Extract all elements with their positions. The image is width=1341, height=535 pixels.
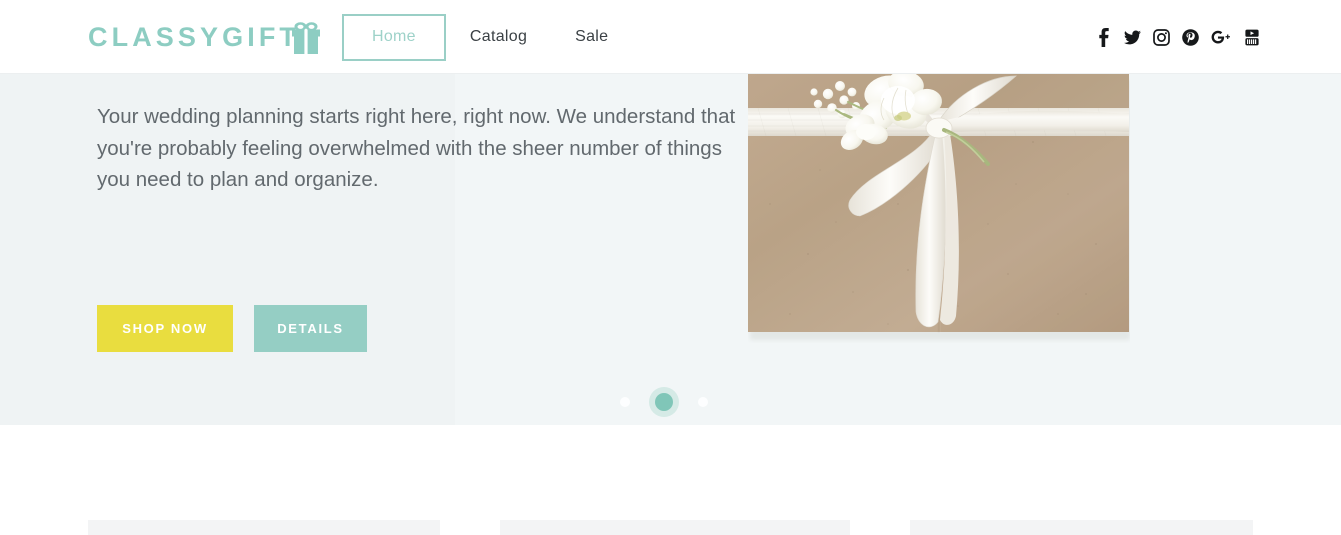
placeholder-card-3[interactable] [910, 520, 1253, 535]
googleplus-icon[interactable] [1211, 27, 1231, 47]
main-nav: Home Catalog Sale [342, 0, 632, 74]
social-links [1095, 0, 1260, 74]
hero-copy: Your wedding planning starts right here,… [97, 101, 742, 196]
wrapped-gift-photo [748, 74, 1130, 343]
gift-box-icon [291, 20, 321, 54]
nav-item-catalog[interactable]: Catalog [446, 29, 551, 45]
details-button[interactable]: DETAILS [254, 305, 367, 352]
page-root: CLASSYGIFT Home Catalog Sale Your weddin… [0, 0, 1341, 535]
carousel-dot-1[interactable] [620, 397, 630, 407]
site-logo[interactable]: CLASSYGIFT [88, 19, 320, 55]
placeholder-card-1[interactable] [88, 520, 440, 535]
hero-body-text: Your wedding planning starts right here,… [97, 105, 736, 191]
logo-text: CLASSYGIFT [88, 21, 301, 52]
site-header: CLASSYGIFT Home Catalog Sale [0, 0, 1341, 74]
hero-banner: Your wedding planning starts right here,… [0, 74, 1341, 425]
content-section [0, 425, 1341, 535]
carousel-dot-2[interactable] [649, 387, 679, 417]
youtube-icon[interactable] [1243, 27, 1260, 47]
shop-now-button[interactable]: SHOP NOW [97, 305, 233, 352]
hero-cta-group: SHOP NOW DETAILS [97, 305, 367, 352]
pinterest-icon[interactable] [1182, 27, 1199, 47]
placeholder-card-2[interactable] [500, 520, 850, 535]
carousel-dot-3[interactable] [698, 397, 708, 407]
instagram-icon[interactable] [1153, 27, 1170, 47]
carousel-pagination [620, 387, 708, 417]
facebook-icon[interactable] [1095, 27, 1112, 47]
nav-item-sale[interactable]: Sale [551, 29, 632, 45]
nav-item-home[interactable]: Home [342, 13, 446, 61]
twitter-icon[interactable] [1124, 27, 1141, 47]
